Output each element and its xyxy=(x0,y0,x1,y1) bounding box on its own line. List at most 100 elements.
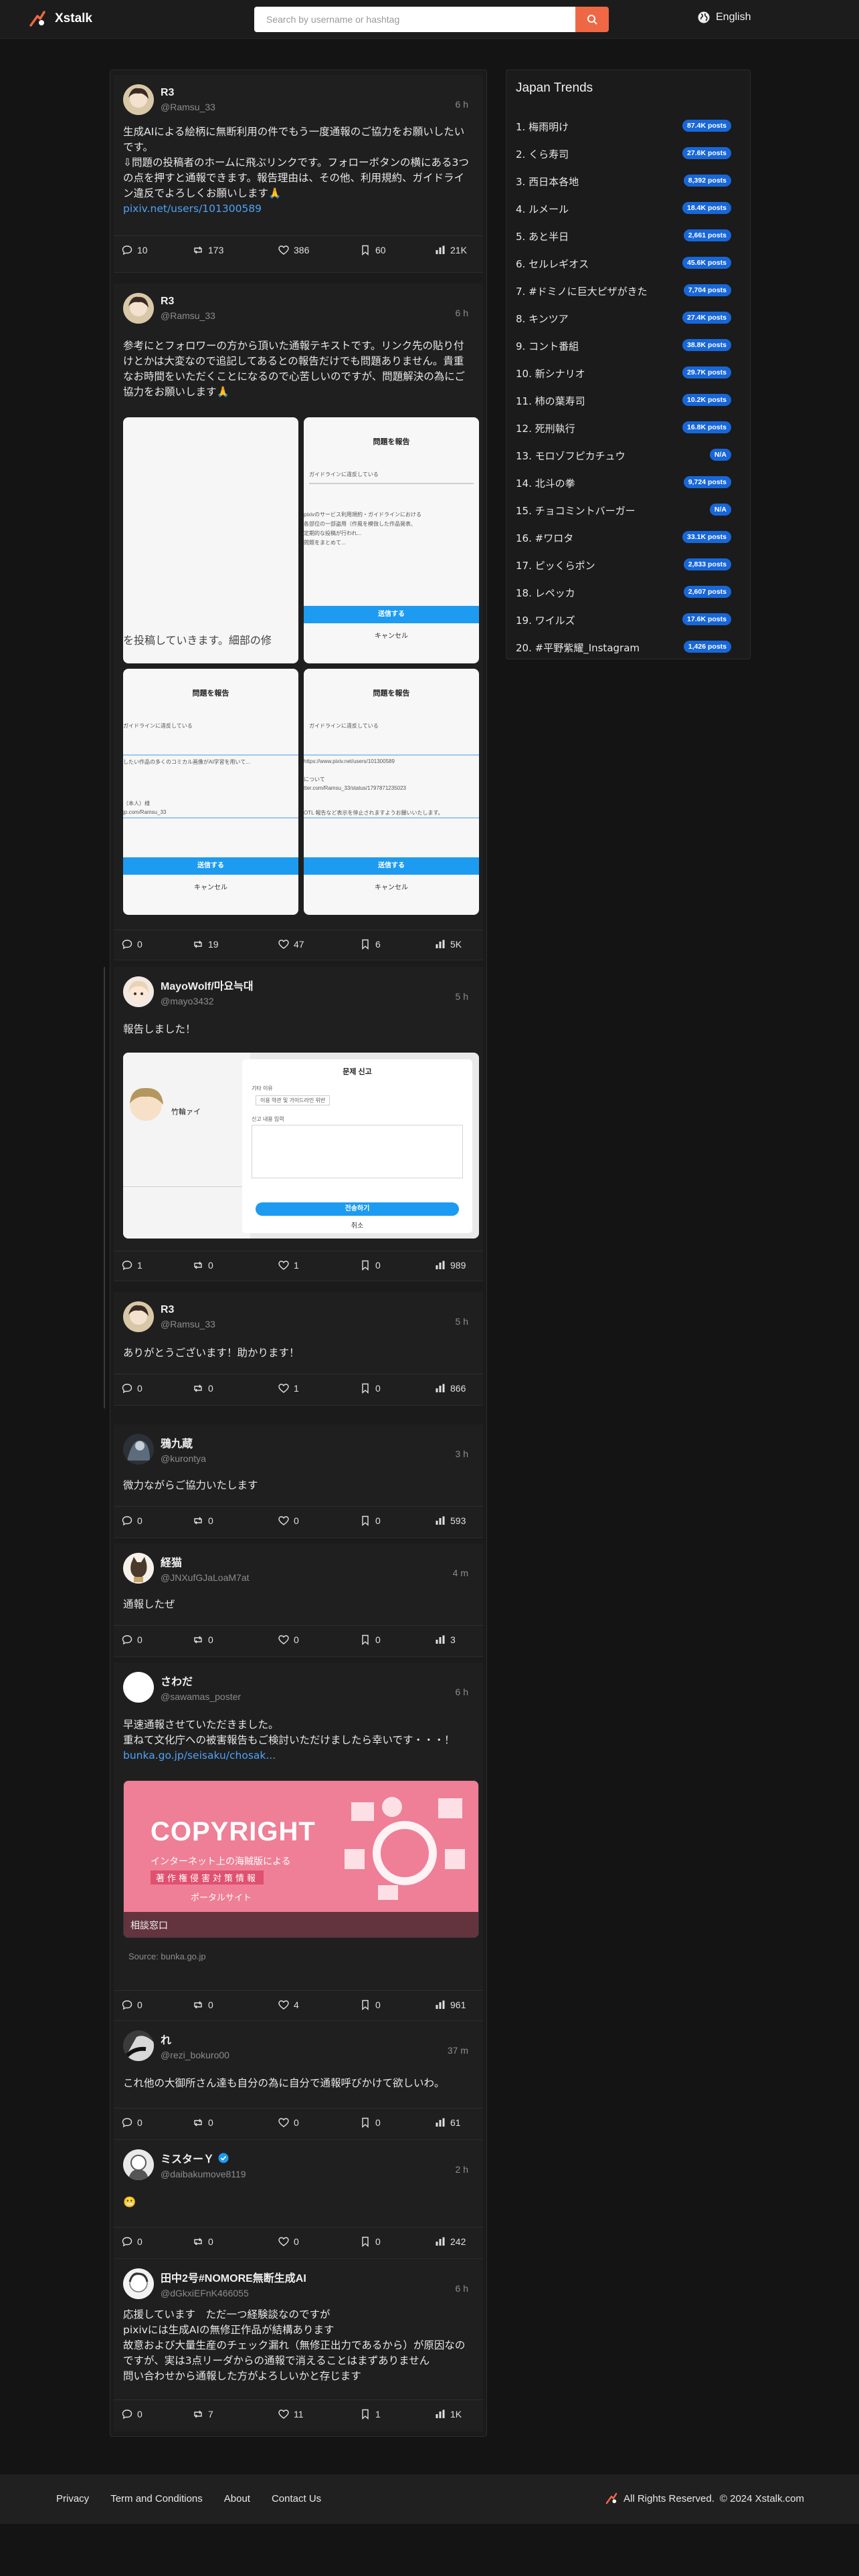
user-handle[interactable]: @rezi_bokuro00 xyxy=(161,2050,229,2060)
like-button[interactable]: 0 xyxy=(278,1515,299,1526)
view-button[interactable]: 961 xyxy=(435,2000,466,2010)
trend-item[interactable]: 6. セルレギオス 45.6K posts xyxy=(516,250,731,278)
like-button[interactable]: 1 xyxy=(278,1260,299,1271)
trend-item[interactable]: 8. キンツア 27.4K posts xyxy=(516,305,731,332)
user-handle[interactable]: @daibakumove8119 xyxy=(161,2169,246,2179)
trend-item[interactable]: 13. モロゾフピカチュウ N/A xyxy=(516,442,731,469)
post[interactable]: R3 @Ramsu_33 6 h 参考にとフォロワーの方から頂いた通報テキストで… xyxy=(114,284,483,960)
bookmark-button[interactable]: 0 xyxy=(360,1515,381,1526)
display-name[interactable]: 鴉九蔵 xyxy=(161,1434,206,1451)
display-name[interactable]: R3 xyxy=(161,87,215,99)
trend-item[interactable]: 17. ピッくらポン 2,833 posts xyxy=(516,552,731,579)
reply-button[interactable]: 0 xyxy=(122,2409,142,2420)
user-handle[interactable]: @Ramsu_33 xyxy=(161,1319,215,1329)
bookmark-button[interactable]: 0 xyxy=(360,1260,381,1271)
avatar[interactable] xyxy=(123,293,154,324)
bookmark-button[interactable]: 0 xyxy=(360,1634,381,1645)
view-button[interactable]: 21K xyxy=(435,245,467,255)
post[interactable]: R3 @Ramsu_33 5 h ありがとうございます！助かります！ 0 0 1 0 8… xyxy=(114,1292,483,1406)
view-button[interactable]: 989 xyxy=(435,1260,466,1271)
post-image[interactable]: を投稿していきます。細部の修 xyxy=(123,417,298,663)
view-button[interactable]: 5K xyxy=(435,939,462,950)
reply-button[interactable]: 10 xyxy=(122,245,148,255)
post[interactable]: 田中2号#NOMORE無断生成AI @dGkxiEFnK466055 6 h 応… xyxy=(114,2259,483,2432)
bookmark-button[interactable]: 6 xyxy=(360,939,381,950)
trend-item[interactable]: 12. 死刑執行 16.8K posts xyxy=(516,415,731,442)
post-link[interactable]: bunka.go.jp/seisaku/chosak... xyxy=(123,1749,276,1761)
user-handle[interactable]: @sawamas_poster xyxy=(161,1691,241,1702)
user-handle[interactable]: @Ramsu_33 xyxy=(161,102,215,112)
display-name[interactable]: ミスターＹ xyxy=(161,2150,246,2166)
post-image[interactable]: 問題を報告 ガイドラインに違反している pixivのサービス利用規約・ガイドライ… xyxy=(304,417,479,663)
trend-item[interactable]: 11. 柿の葉寿司 10.2K posts xyxy=(516,387,731,415)
repost-button[interactable]: 173 xyxy=(193,245,223,255)
post-link[interactable]: pixiv.net/users/101300589 xyxy=(123,203,262,215)
reply-button[interactable]: 0 xyxy=(122,2000,142,2010)
trend-item[interactable]: 15. チョコミントバーガー N/A xyxy=(516,497,731,524)
view-button[interactable]: 61 xyxy=(435,2117,461,2128)
like-button[interactable]: 1 xyxy=(278,1383,299,1394)
post-image[interactable]: 問題を報告 ガイドラインに違反している したい作品の多くのコミカル画像がAI学習… xyxy=(123,669,298,915)
avatar[interactable] xyxy=(123,84,154,115)
logo[interactable]: Xstalk xyxy=(28,9,92,28)
repost-button[interactable]: 0 xyxy=(193,2236,213,2247)
post[interactable]: MayoWolf/마요늑대 @mayo3432 5 h 報告しました！ 竹輪ァイ… xyxy=(114,967,483,1281)
trend-item[interactable]: 7. #ドミノに巨大ピザがきた 7,704 posts xyxy=(516,278,731,305)
user-handle[interactable]: @Ramsu_33 xyxy=(161,310,215,321)
footer-link-about[interactable]: About xyxy=(224,2493,250,2504)
footer-link-terms[interactable]: Term and Conditions xyxy=(110,2493,203,2504)
trend-item[interactable]: 19. ワイルズ 17.6K posts xyxy=(516,607,731,634)
bookmark-button[interactable]: 60 xyxy=(360,245,386,255)
like-button[interactable]: 0 xyxy=(278,1634,299,1645)
search-button[interactable] xyxy=(575,7,609,32)
repost-button[interactable]: 7 xyxy=(193,2409,213,2420)
post[interactable]: れ @rezi_bokuro00 37 m これ他の大御所さん達も自分の為に自分… xyxy=(114,2021,483,2140)
avatar[interactable] xyxy=(123,1301,154,1332)
display-name[interactable]: MayoWolf/마요늑대 xyxy=(161,977,254,993)
view-button[interactable]: 866 xyxy=(435,1383,466,1394)
avatar[interactable] xyxy=(123,1434,154,1465)
view-button[interactable]: 242 xyxy=(435,2236,466,2247)
trend-item[interactable]: 1. 梅雨明け 87.4K posts xyxy=(516,113,731,140)
avatar[interactable] xyxy=(123,2268,154,2299)
like-button[interactable]: 11 xyxy=(278,2409,304,2420)
post[interactable]: R3 @Ramsu_33 6 h 生成AIによる絵柄に無断利用の件でもう一度通報… xyxy=(114,75,483,273)
display-name[interactable]: 経猫 xyxy=(161,1553,250,1570)
display-name[interactable]: R3 xyxy=(161,296,215,308)
avatar[interactable] xyxy=(123,2030,154,2061)
search-input[interactable] xyxy=(254,7,575,32)
user-handle[interactable]: @dGkxiEFnK466055 xyxy=(161,2288,306,2298)
trend-item[interactable]: 4. ルメール 18.4K posts xyxy=(516,195,731,223)
reply-button[interactable]: 0 xyxy=(122,1383,142,1394)
reply-button[interactable]: 0 xyxy=(122,2236,142,2247)
footer-link-privacy[interactable]: Privacy xyxy=(56,2493,89,2504)
post[interactable]: ミスターＹ @daibakumove8119 2 h 😬 0 0 0 0 242 xyxy=(114,2140,483,2259)
reply-button[interactable]: 0 xyxy=(122,1515,142,1526)
bookmark-button[interactable]: 1 xyxy=(360,2409,381,2420)
trend-item[interactable]: 14. 北斗の拳 9,724 posts xyxy=(516,469,731,497)
avatar[interactable] xyxy=(123,1672,154,1703)
post[interactable]: 鴉九蔵 @kurontya 3 h 微力ながらご協力いたします 0 0 0 0 593 xyxy=(114,1424,483,1538)
reply-button[interactable]: 0 xyxy=(122,2117,142,2128)
view-button[interactable]: 3 xyxy=(435,1634,456,1645)
display-name[interactable]: R3 xyxy=(161,1304,215,1316)
bookmark-button[interactable]: 0 xyxy=(360,1383,381,1394)
trend-item[interactable]: 16. #ワロタ 33.1K posts xyxy=(516,524,731,552)
repost-button[interactable]: 19 xyxy=(193,939,219,950)
display-name[interactable]: さわだ xyxy=(161,1673,241,1689)
view-button[interactable]: 1K xyxy=(435,2409,462,2420)
reply-button[interactable]: 1 xyxy=(122,1260,142,1271)
like-button[interactable]: 0 xyxy=(278,2117,299,2128)
repost-button[interactable]: 0 xyxy=(193,1634,213,1645)
like-button[interactable]: 4 xyxy=(278,2000,299,2010)
user-handle[interactable]: @mayo3432 xyxy=(161,996,254,1006)
display-name[interactable]: れ xyxy=(161,2031,229,2047)
repost-button[interactable]: 0 xyxy=(193,1260,213,1271)
avatar[interactable] xyxy=(123,1553,154,1584)
footer-link-contact[interactable]: Contact Us xyxy=(272,2493,321,2504)
view-button[interactable]: 593 xyxy=(435,1515,466,1526)
repost-button[interactable]: 0 xyxy=(193,2000,213,2010)
trend-item[interactable]: 18. レペッカ 2,607 posts xyxy=(516,579,731,607)
trend-item[interactable]: 5. あと半日 2,661 posts xyxy=(516,223,731,250)
avatar[interactable] xyxy=(123,976,154,1007)
